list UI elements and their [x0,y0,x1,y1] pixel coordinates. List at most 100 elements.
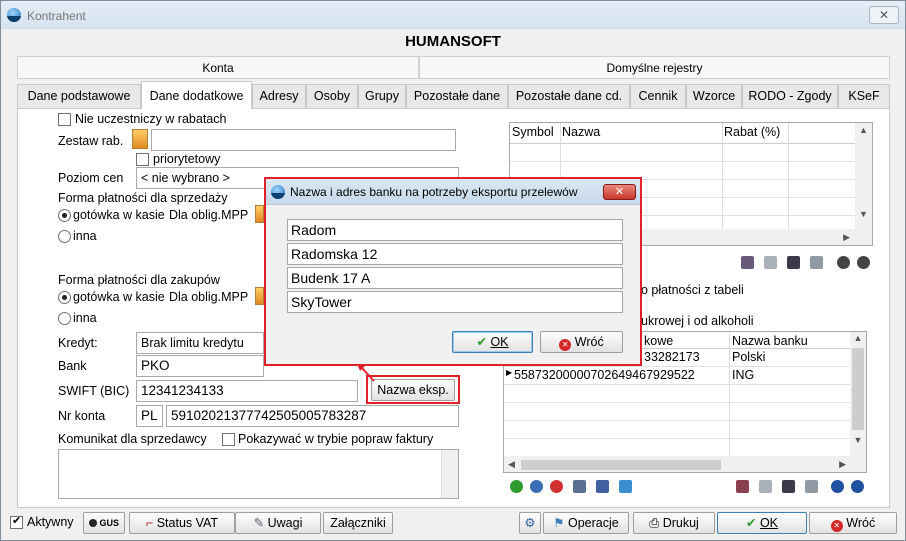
refresh-icon[interactable] [619,480,632,493]
bank-name-line-3[interactable]: Budenk 17 A [287,267,623,289]
next-icon[interactable] [857,256,870,269]
save-icon[interactable] [782,480,795,493]
mpp-picker-icon-zakup[interactable] [255,287,264,305]
kredyt-field[interactable]: Brak limitu kredytu [136,332,264,354]
gotowka-radio-zakup[interactable] [58,291,71,304]
akcyza-text: ukrowej i od alkoholi [641,314,754,328]
contractor-name: HUMANSOFT [405,33,501,50]
accounts-v-scrollbar[interactable]: ▲ ▼ [850,332,866,456]
operacje-button[interactable]: ⚑ Operacje [543,512,629,534]
zalaczniki-button[interactable]: Załączniki [323,512,393,534]
bank-export-name-dialog: Nazwa i adres banku na potrzeby eksportu… [264,177,642,366]
dialog-title-bar: Nazwa i adres banku na potrzeby eksportu… [266,179,640,205]
ok-button[interactable]: ✔ OK [717,512,807,534]
pokazywac-label: Pokazywać w trybie popraw faktury [238,432,434,446]
print-icon[interactable] [741,256,754,269]
forma-sprzedazy-label: Forma płatności dla sprzedaży [58,191,228,205]
copy-icon[interactable] [759,480,772,493]
aktywny-label: Aktywny [27,515,74,529]
zestaw-rab-input[interactable] [151,129,456,151]
prev-icon[interactable] [837,256,850,269]
inna-label-zakup: inna [73,311,97,325]
save-icon[interactable] [787,256,800,269]
bank-name-line-1[interactable]: Radom [287,219,623,241]
wroc-button[interactable]: ✕ Wróć [809,512,897,534]
tab-pozostale-dane[interactable]: Pozostałe dane [406,84,508,108]
close-button[interactable]: ✕ [869,6,899,24]
rabat-col-symbol: Symbol [512,125,554,139]
tab-cennik[interactable]: Cennik [630,84,686,108]
tab-dane-podstawowe[interactable]: Dane podstawowe [17,84,141,108]
delete-icon[interactable] [550,480,563,493]
vat-icon: ⌐ [145,516,154,530]
list-picker-icon[interactable] [132,129,148,149]
gotowka-radio-sprzedaz[interactable] [58,209,71,222]
drukuj-button[interactable]: ⎙ Drukuj [633,512,715,534]
gus-button[interactable]: GUS [83,512,125,534]
hierarchy-button[interactable]: ⚙ [519,512,541,534]
check-icon: ✔ [745,516,757,530]
hierarchy-icon[interactable] [596,480,609,493]
aktywny-checkbox[interactable]: ✔ [10,515,23,529]
accounts-h-scrollbar[interactable]: ◀ ▶ [504,456,866,472]
status-vat-button[interactable]: ⌐ Status VAT [129,512,235,534]
dialog-cancel-button[interactable]: ✕ Wróć [540,331,623,353]
inna-radio-sprzedaz[interactable] [58,230,71,243]
add-icon[interactable] [510,480,523,493]
bank-name: Polski [732,350,766,364]
rabat-v-scrollbar[interactable]: ▲ ▼ [855,123,872,229]
check-icon: ✔ [476,335,487,349]
search-icon[interactable] [530,480,543,493]
tab-rodo-zgody[interactable]: RODO - Zgody [742,84,838,108]
accounts-col-konto: kowe [644,334,674,348]
prev-icon[interactable] [831,480,844,493]
dialog-ok-button[interactable]: ✔ OK [452,331,533,353]
export-icon[interactable] [810,256,823,269]
platnosci-text: o płatności z tabeli [641,283,744,297]
print-icon[interactable] [736,480,749,493]
header-tab-rejestry[interactable]: Domyślne rejestry [419,56,890,79]
nie-uczestniczy-checkbox[interactable] [58,113,71,126]
nr-konta-input[interactable]: 59102021377742505005783287 [166,405,459,427]
priorytetowy-label: priorytetowy [153,152,221,166]
inna-radio-zakup[interactable] [58,312,71,325]
export-icon[interactable] [805,480,818,493]
tab-dane-dodatkowe[interactable]: Dane dodatkowe [141,81,252,109]
nr-konta-label: Nr konta [58,409,106,423]
dialog-close-button[interactable]: ✕ [603,184,636,200]
dialog-title: Nazwa i adres banku na potrzeby eksportu… [290,185,578,199]
pokazywac-checkbox[interactable] [222,433,235,446]
cancel-icon: ✕ [830,520,843,532]
dla-oblig-label-zakup: Dla oblig.MPP [169,290,249,304]
swift-input[interactable]: 12341234133 [136,380,358,402]
printer-icon: ⎙ [649,516,660,530]
table-icon[interactable] [573,480,586,493]
tab-wzorce[interactable]: Wzorce [686,84,742,108]
gotowka-label-zakup: gotówka w kasie [73,290,165,304]
tab-osoby[interactable]: Osoby [306,84,358,108]
bank-name-line-2[interactable]: Radomska 12 [287,243,623,265]
copy-icon[interactable] [764,256,777,269]
tab-pozostale-dane-cd[interactable]: Pozostałe dane cd. [508,84,630,108]
priorytetowy-checkbox[interactable] [136,153,149,166]
tab-adresy[interactable]: Adresy [252,84,306,108]
forma-zakupow-label: Forma płatności dla zakupów [58,273,220,287]
note-icon: ✎ [253,516,265,530]
zestaw-rab-label: Zestaw rab. [58,134,124,148]
window-title: Kontrahent [27,9,86,23]
nazwa-eksp-button[interactable]: Nazwa eksp. [371,379,455,401]
country-prefix-input[interactable]: PL [136,405,163,427]
app-icon [7,8,21,22]
tab-ksef[interactable]: KSeF [838,84,890,108]
bank-name-line-4[interactable]: SkyTower [287,291,623,313]
uwagi-button[interactable]: ✎ Uwagi [235,512,321,534]
bank-input[interactable]: PKO [136,355,264,377]
komunikat-textarea[interactable] [58,449,459,499]
title-bar: Kontrahent ✕ [1,1,905,29]
mpp-picker-icon[interactable] [255,205,264,223]
next-icon[interactable] [851,480,864,493]
account-number: 33282173 [644,350,700,364]
tab-grupy[interactable]: Grupy [358,84,406,108]
header-tab-konta[interactable]: Konta [17,56,419,79]
komunikat-scrollbar[interactable] [441,450,458,498]
